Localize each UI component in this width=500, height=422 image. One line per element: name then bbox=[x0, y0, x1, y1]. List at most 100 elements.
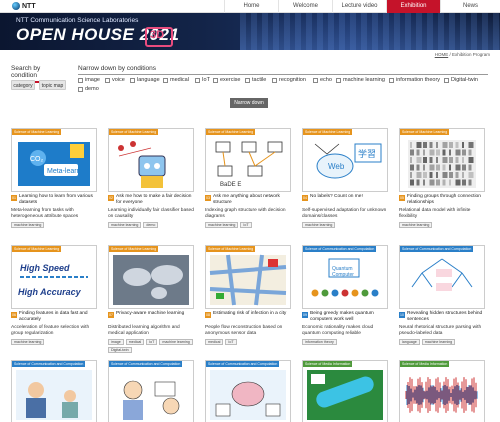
chip-topic-map[interactable]: topic map bbox=[39, 80, 66, 90]
exhibit-thumbnail[interactable]: Science of Machine Learning Web 学習 bbox=[302, 128, 388, 192]
exhibit-number: 07 bbox=[108, 312, 114, 318]
tag-chip[interactable]: IoT bbox=[225, 339, 237, 345]
exhibit-number: 10 bbox=[399, 312, 405, 318]
check-language[interactable]: language bbox=[130, 77, 160, 83]
check-echo[interactable]: echo bbox=[313, 77, 332, 83]
tag-chip[interactable]: machine learning bbox=[159, 339, 193, 345]
narrow-down-button[interactable]: Narrow down bbox=[230, 98, 268, 108]
exhibit-thumbnail[interactable]: Science of Media Information bbox=[399, 360, 485, 422]
svg-text:High Speed: High Speed bbox=[20, 263, 70, 273]
check-exercise[interactable]: exercise bbox=[213, 77, 240, 83]
checkbox[interactable] bbox=[336, 77, 341, 83]
checkbox[interactable] bbox=[245, 77, 250, 83]
exhibit-title[interactable]: Finding groups through connection relati… bbox=[407, 194, 485, 206]
tag-chip[interactable]: machine learning bbox=[11, 339, 45, 345]
checkbox[interactable] bbox=[195, 77, 200, 83]
exhibit-thumbnail[interactable]: Science of Machine Learning BaDE E bbox=[205, 128, 291, 192]
exhibit-thumbnail[interactable]: Science of Communication and Computation bbox=[11, 360, 97, 422]
exhibit-illustration: CO₂Meta-learn bbox=[18, 142, 90, 186]
exhibit-illustration bbox=[404, 370, 480, 420]
tag-chip[interactable]: machine learning bbox=[108, 222, 142, 228]
exhibit-title[interactable]: Ask me how to make a fair decision for e… bbox=[116, 194, 194, 206]
tag-chip[interactable]: machine learning bbox=[399, 222, 433, 228]
check-recognition[interactable]: recognition bbox=[272, 77, 306, 83]
check-information-theory[interactable]: information theory bbox=[389, 77, 440, 83]
checkbox[interactable] bbox=[130, 77, 135, 83]
tag-chip[interactable]: machine learning bbox=[421, 339, 456, 345]
exhibit-thumbnail[interactable]: Science of Media Information bbox=[302, 360, 388, 422]
exhibit-thumbnail[interactable]: Science of Machine Learning bbox=[399, 128, 485, 192]
breadcrumb-home[interactable]: HOME bbox=[435, 52, 449, 57]
svg-text:Web: Web bbox=[328, 162, 345, 171]
exhibit-illustration bbox=[16, 370, 92, 420]
checkbox[interactable] bbox=[313, 77, 318, 83]
checkbox[interactable] bbox=[163, 77, 168, 83]
tag-chip[interactable]: machine learning bbox=[302, 222, 336, 228]
exhibit-thumbnail[interactable]: Science of Communication and Computation… bbox=[302, 245, 388, 309]
exhibit-number: 02 bbox=[108, 195, 114, 201]
checkbox[interactable] bbox=[389, 77, 394, 83]
check-voice[interactable]: voice bbox=[105, 77, 125, 83]
tag-chip[interactable]: demo bbox=[143, 222, 159, 228]
checkbox[interactable] bbox=[444, 77, 449, 83]
nav-welcome[interactable]: Welcome bbox=[278, 0, 332, 13]
tag-chip[interactable]: Digital-twin bbox=[108, 347, 132, 353]
nav-news[interactable]: News bbox=[440, 0, 500, 13]
exhibit-thumbnail[interactable]: Science of Communication and Computation bbox=[205, 360, 291, 422]
hero-cityscape-image bbox=[240, 13, 500, 50]
check-label: demo bbox=[85, 86, 99, 92]
svg-text:Meta-learn: Meta-learn bbox=[47, 168, 81, 175]
checkbox[interactable] bbox=[78, 77, 83, 83]
exhibit-thumbnail[interactable]: Science of Machine Learning bbox=[108, 128, 194, 192]
top-navbar: NTT Home Welcome Lecture video Exhibitio… bbox=[0, 0, 500, 13]
exhibit-number: 03 bbox=[205, 195, 211, 201]
exhibit-title[interactable]: Privacy-aware machine learning bbox=[116, 311, 194, 317]
check-demo[interactable]: demo bbox=[78, 86, 99, 92]
nav-exhibition[interactable]: Exhibition bbox=[386, 0, 440, 13]
checkbox[interactable] bbox=[78, 86, 83, 92]
check-image[interactable]: image bbox=[78, 77, 100, 83]
tag-chip[interactable]: image bbox=[108, 339, 124, 345]
check-machine-learning[interactable]: machine learning bbox=[336, 77, 385, 83]
check-label: medical bbox=[170, 77, 189, 83]
tag-chip[interactable]: IoT bbox=[146, 339, 158, 345]
exhibit-thumbnail[interactable]: Science of Machine Learning bbox=[205, 245, 291, 309]
checkbox[interactable] bbox=[272, 77, 277, 83]
exhibit-thumbnail[interactable]: Science of Machine Learning High Speed Hig… bbox=[11, 245, 97, 309]
tag-chip[interactable]: information theory bbox=[302, 339, 337, 345]
exhibit-tags: language machine learning bbox=[399, 339, 485, 345]
tag-chip[interactable]: machine learning bbox=[205, 222, 239, 228]
tag-chip[interactable]: machine learning bbox=[11, 222, 45, 228]
exhibit-thumbnail[interactable]: Science of Machine Learning CO₂ Meta-learn bbox=[11, 128, 97, 192]
nav-home[interactable]: Home bbox=[224, 0, 278, 13]
exhibit-title[interactable]: Learning how to learn from various datas… bbox=[19, 194, 97, 206]
check-digital-twin[interactable]: Digital-twin bbox=[444, 77, 478, 83]
exhibit-number: 05 bbox=[399, 195, 405, 201]
category-label: Science of Machine Learning bbox=[303, 129, 353, 135]
chip-category[interactable]: category bbox=[11, 80, 35, 90]
tag-chip[interactable]: IoT bbox=[240, 222, 252, 228]
check-tactile[interactable]: tactile bbox=[245, 77, 266, 83]
check-medical[interactable]: medical bbox=[163, 77, 189, 83]
exhibit-title[interactable]: Ask me anything about network structure bbox=[213, 194, 291, 206]
checkbox[interactable] bbox=[213, 77, 218, 83]
ntt-logo[interactable]: NTT bbox=[12, 2, 36, 10]
category-label: Science of Machine Learning bbox=[12, 129, 62, 135]
exhibit-thumbnail[interactable]: Science of Machine Learning bbox=[108, 245, 194, 309]
exhibit-title[interactable]: No labels? Count on me! bbox=[310, 194, 388, 200]
exhibit-subtitle: Acceleration of feature selection with g… bbox=[11, 325, 90, 336]
exhibit-tags: information theory bbox=[302, 339, 388, 345]
exhibit-title[interactable]: Estimating risk of infection in a city bbox=[213, 311, 291, 317]
tag-chip[interactable]: language bbox=[399, 339, 420, 345]
nav-lecture-video[interactable]: Lecture video bbox=[332, 0, 386, 13]
exhibit-title[interactable]: Being greedy makes quantum computers wor… bbox=[310, 311, 388, 323]
check-iot[interactable]: IoT bbox=[195, 77, 210, 83]
exhibit-title[interactable]: Finding features in data fast and accura… bbox=[19, 311, 97, 323]
checkbox[interactable] bbox=[105, 77, 110, 83]
exhibit-tags: machine learning IoT bbox=[205, 222, 291, 228]
exhibit-thumbnail[interactable]: Science of Communication and Computation bbox=[399, 245, 485, 309]
tag-chip[interactable]: medical bbox=[205, 339, 224, 345]
tag-chip[interactable]: medical bbox=[125, 339, 145, 345]
exhibit-thumbnail[interactable]: Science of Communication and Computation bbox=[108, 360, 194, 422]
exhibit-title[interactable]: Revealing hidden structures behind sente… bbox=[407, 311, 485, 323]
